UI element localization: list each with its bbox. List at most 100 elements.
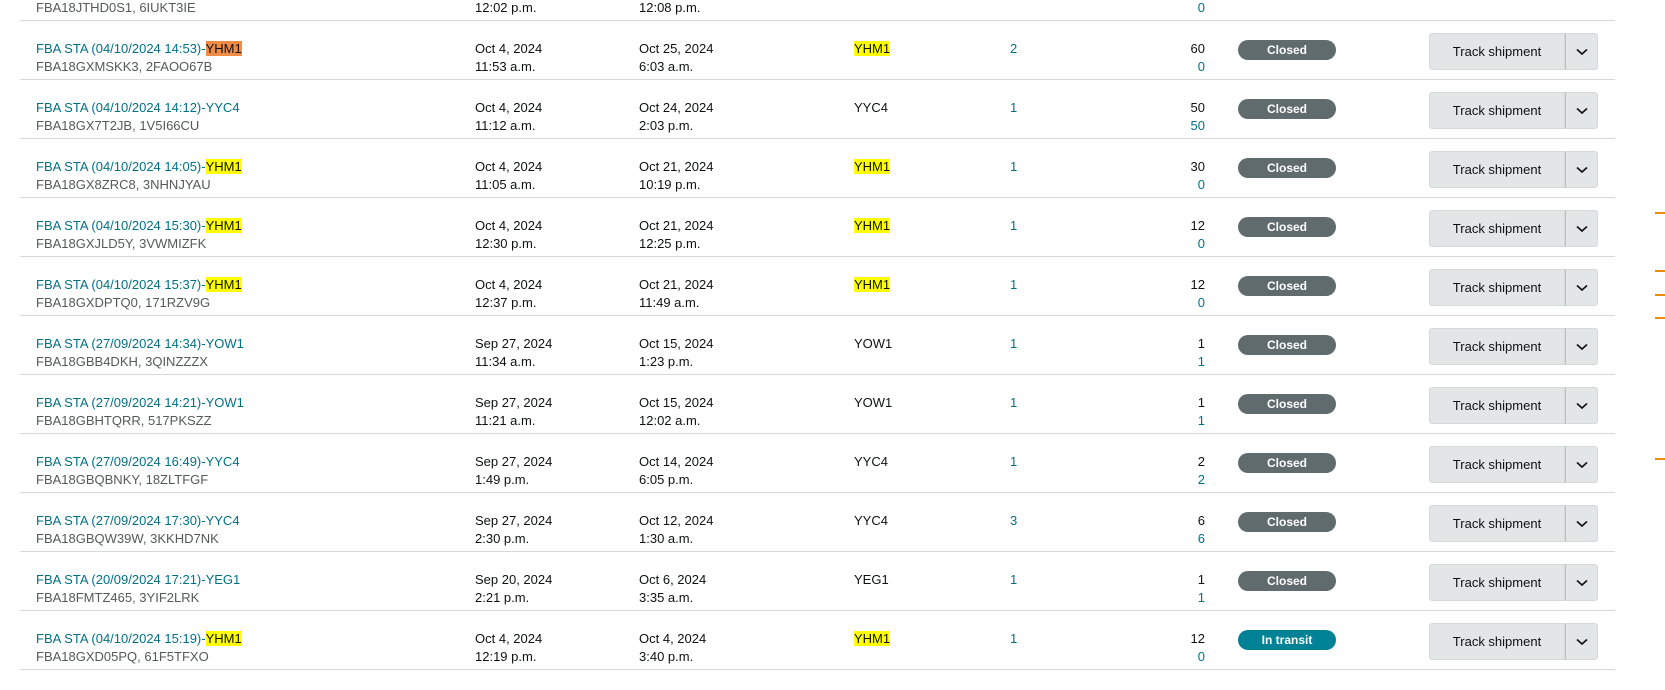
units-shipped: 60 [1190, 41, 1205, 56]
shipment-name-link[interactable]: FBA STA (04/10/2024 15:19)-YHM1 [36, 630, 242, 648]
units-received[interactable]: 0 [1120, 58, 1205, 76]
track-shipment-button[interactable]: Track shipment [1429, 151, 1565, 188]
shipment-name-highlight[interactable]: YHM1 [205, 277, 242, 292]
units-received[interactable]: 1 [1120, 353, 1205, 371]
track-shipment-dropdown[interactable] [1565, 387, 1598, 424]
shipment-name-link[interactable]: FBA STA (04/10/2024 14:12)-YYC4 [36, 99, 240, 117]
table-row: FBA STA (04/10/2024 15:37)-YHM1 FBA18GXD… [20, 257, 1615, 316]
created-time: 12:19 p.m. [475, 649, 537, 664]
shipment-name-text[interactable]: FBA STA (04/10/2024 14:53)- [36, 41, 206, 56]
shipment-name-text[interactable]: FBA STA (04/10/2024 15:37)- [36, 277, 206, 292]
shipment-name-text[interactable]: FBA STA (04/10/2024 14:12)-YYC4 [36, 100, 240, 115]
track-shipment-dropdown[interactable] [1565, 623, 1598, 660]
boxes-count-link[interactable]: 1 [1010, 454, 1017, 469]
track-shipment-dropdown[interactable] [1565, 446, 1598, 483]
units-received[interactable]: 0 [1120, 648, 1205, 666]
track-shipment-dropdown[interactable] [1565, 564, 1598, 601]
track-shipment-button[interactable]: Track shipment [1429, 505, 1565, 542]
track-shipment-split-button[interactable]: Track shipment [1429, 446, 1598, 483]
units-received[interactable]: 0 [1120, 0, 1205, 17]
units-received[interactable]: 1 [1120, 412, 1205, 430]
shipment-name-link[interactable]: FBA STA (27/09/2024 17:30)-YYC4 [36, 512, 240, 530]
track-shipment-dropdown[interactable] [1565, 269, 1598, 306]
units-received[interactable]: 0 [1120, 176, 1205, 194]
boxes-count-link[interactable]: 1 [1010, 395, 1017, 410]
track-shipment-split-button[interactable]: Track shipment [1429, 505, 1598, 542]
units-received[interactable]: 0 [1120, 235, 1205, 253]
boxes-count-link[interactable]: 2 [1010, 41, 1017, 56]
track-shipment-dropdown[interactable] [1565, 505, 1598, 542]
units-shipped: 6 [1197, 513, 1205, 528]
track-shipment-split-button[interactable]: Track shipment [1429, 210, 1598, 247]
destination: YHM1 [854, 631, 891, 646]
boxes-count-link[interactable]: 1 [1010, 277, 1017, 292]
status-badge: Closed [1238, 335, 1336, 355]
shipment-name-highlight[interactable]: YHM1 [205, 218, 242, 233]
shipment-name-text[interactable]: FBA STA (27/09/2024 16:49)-YYC4 [36, 454, 240, 469]
boxes-count-link[interactable]: 1 [1010, 218, 1017, 233]
shipment-name-text[interactable]: FBA STA (27/09/2024 14:34)-YOW1 [36, 336, 244, 351]
units-received[interactable]: 2 [1120, 471, 1205, 489]
units-received[interactable]: 50 [1120, 117, 1205, 135]
shipment-name-text[interactable]: FBA STA (04/10/2024 15:19)- [36, 631, 206, 646]
shipment-name-link[interactable]: FBA STA (27/09/2024 16:49)-YYC4 [36, 453, 240, 471]
track-shipment-button[interactable]: Track shipment [1429, 387, 1565, 424]
units-received[interactable]: 0 [1120, 294, 1205, 312]
shipment-name-text[interactable]: FBA STA (27/09/2024 17:30)-YYC4 [36, 513, 240, 528]
destination: YYC4 [854, 100, 888, 115]
track-shipment-button[interactable]: Track shipment [1429, 623, 1565, 660]
track-shipment-dropdown[interactable] [1565, 210, 1598, 247]
shipment-name-text[interactable]: FBA STA (27/09/2024 14:21)-YOW1 [36, 395, 244, 410]
shipment-name-highlight[interactable]: YHM1 [205, 159, 242, 174]
track-shipment-button[interactable]: Track shipment [1429, 328, 1565, 365]
chevron-down-icon [1575, 461, 1588, 468]
track-shipment-button[interactable]: Track shipment [1429, 210, 1565, 247]
boxes-count-link[interactable]: 1 [1010, 159, 1017, 174]
track-shipment-dropdown[interactable] [1565, 33, 1598, 70]
track-shipment-split-button[interactable]: Track shipment [1429, 151, 1598, 188]
shipment-name-link[interactable]: FBA STA (04/10/2024 15:37)-YHM1 [36, 276, 242, 294]
shipment-name-highlight[interactable]: YHM1 [205, 631, 242, 646]
shipment-name-text[interactable]: FBA STA (04/10/2024 14:05)- [36, 159, 206, 174]
updated-time: 11:49 a.m. [639, 295, 700, 310]
updated-date: Oct 4, 2024 [639, 631, 707, 646]
table-row: FBA STA (04/10/2024 15:19)-YHM1 FBA18GXD… [20, 611, 1615, 670]
units-received[interactable]: 6 [1120, 530, 1205, 548]
track-shipment-split-button[interactable]: Track shipment [1429, 269, 1598, 306]
shipment-name-text[interactable]: FBA STA (04/10/2024 15:30)- [36, 218, 206, 233]
track-shipment-split-button[interactable]: Track shipment [1429, 92, 1598, 129]
shipment-name-link[interactable]: FBA STA (27/09/2024 14:21)-YOW1 [36, 394, 244, 412]
track-shipment-dropdown[interactable] [1565, 92, 1598, 129]
shipment-name-link[interactable]: FBA STA (20/09/2024 17:21)-YEG1 [36, 571, 240, 589]
track-shipment-button[interactable]: Track shipment [1429, 92, 1565, 129]
shipment-name-link[interactable]: FBA STA (04/10/2024 15:30)-YHM1 [36, 217, 242, 235]
created-date: Sep 27, 2024 [475, 454, 553, 469]
track-shipment-dropdown[interactable] [1565, 151, 1598, 188]
track-shipment-split-button[interactable]: Track shipment [1429, 387, 1598, 424]
track-shipment-button[interactable]: Track shipment [1429, 33, 1565, 70]
track-shipment-split-button[interactable]: Track shipment [1429, 623, 1598, 660]
boxes-count-link[interactable]: 1 [1010, 336, 1017, 351]
shipment-name-link[interactable]: FBA STA (27/09/2024 14:34)-YOW1 [36, 335, 244, 353]
track-shipment-split-button[interactable]: Track shipment [1429, 564, 1598, 601]
boxes-count-link[interactable]: 1 [1010, 631, 1017, 646]
track-shipment-button[interactable]: Track shipment [1429, 564, 1565, 601]
track-shipment-button[interactable]: Track shipment [1429, 269, 1565, 306]
track-shipment-split-button[interactable]: Track shipment [1429, 33, 1598, 70]
track-shipment-button[interactable]: Track shipment [1429, 446, 1565, 483]
shipment-name-text[interactable]: FBA STA (20/09/2024 17:21)-YEG1 [36, 572, 240, 587]
boxes-count-link[interactable]: 3 [1010, 513, 1017, 528]
track-shipment-split-button[interactable]: Track shipment [1429, 328, 1598, 365]
boxes-count-link[interactable]: 1 [1010, 100, 1017, 115]
boxes-count-link[interactable]: 1 [1010, 572, 1017, 587]
chevron-down-icon [1575, 579, 1588, 586]
shipment-name-highlight[interactable]: YHM1 [205, 41, 242, 56]
units-received[interactable]: 1 [1120, 589, 1205, 607]
updated-time: 12:02 a.m. [639, 413, 701, 428]
shipment-ids: FBA18GXDPTQ0, 171RZV9G [36, 295, 211, 310]
status-badge: Closed [1238, 40, 1336, 60]
track-shipment-dropdown[interactable] [1565, 328, 1598, 365]
shipment-name-link[interactable]: FBA STA (04/10/2024 14:05)-YHM1 [36, 158, 242, 176]
shipment-name-link[interactable]: FBA STA (04/10/2024 14:53)-YHM1 [36, 40, 242, 58]
destination: YHM1 [854, 41, 891, 56]
